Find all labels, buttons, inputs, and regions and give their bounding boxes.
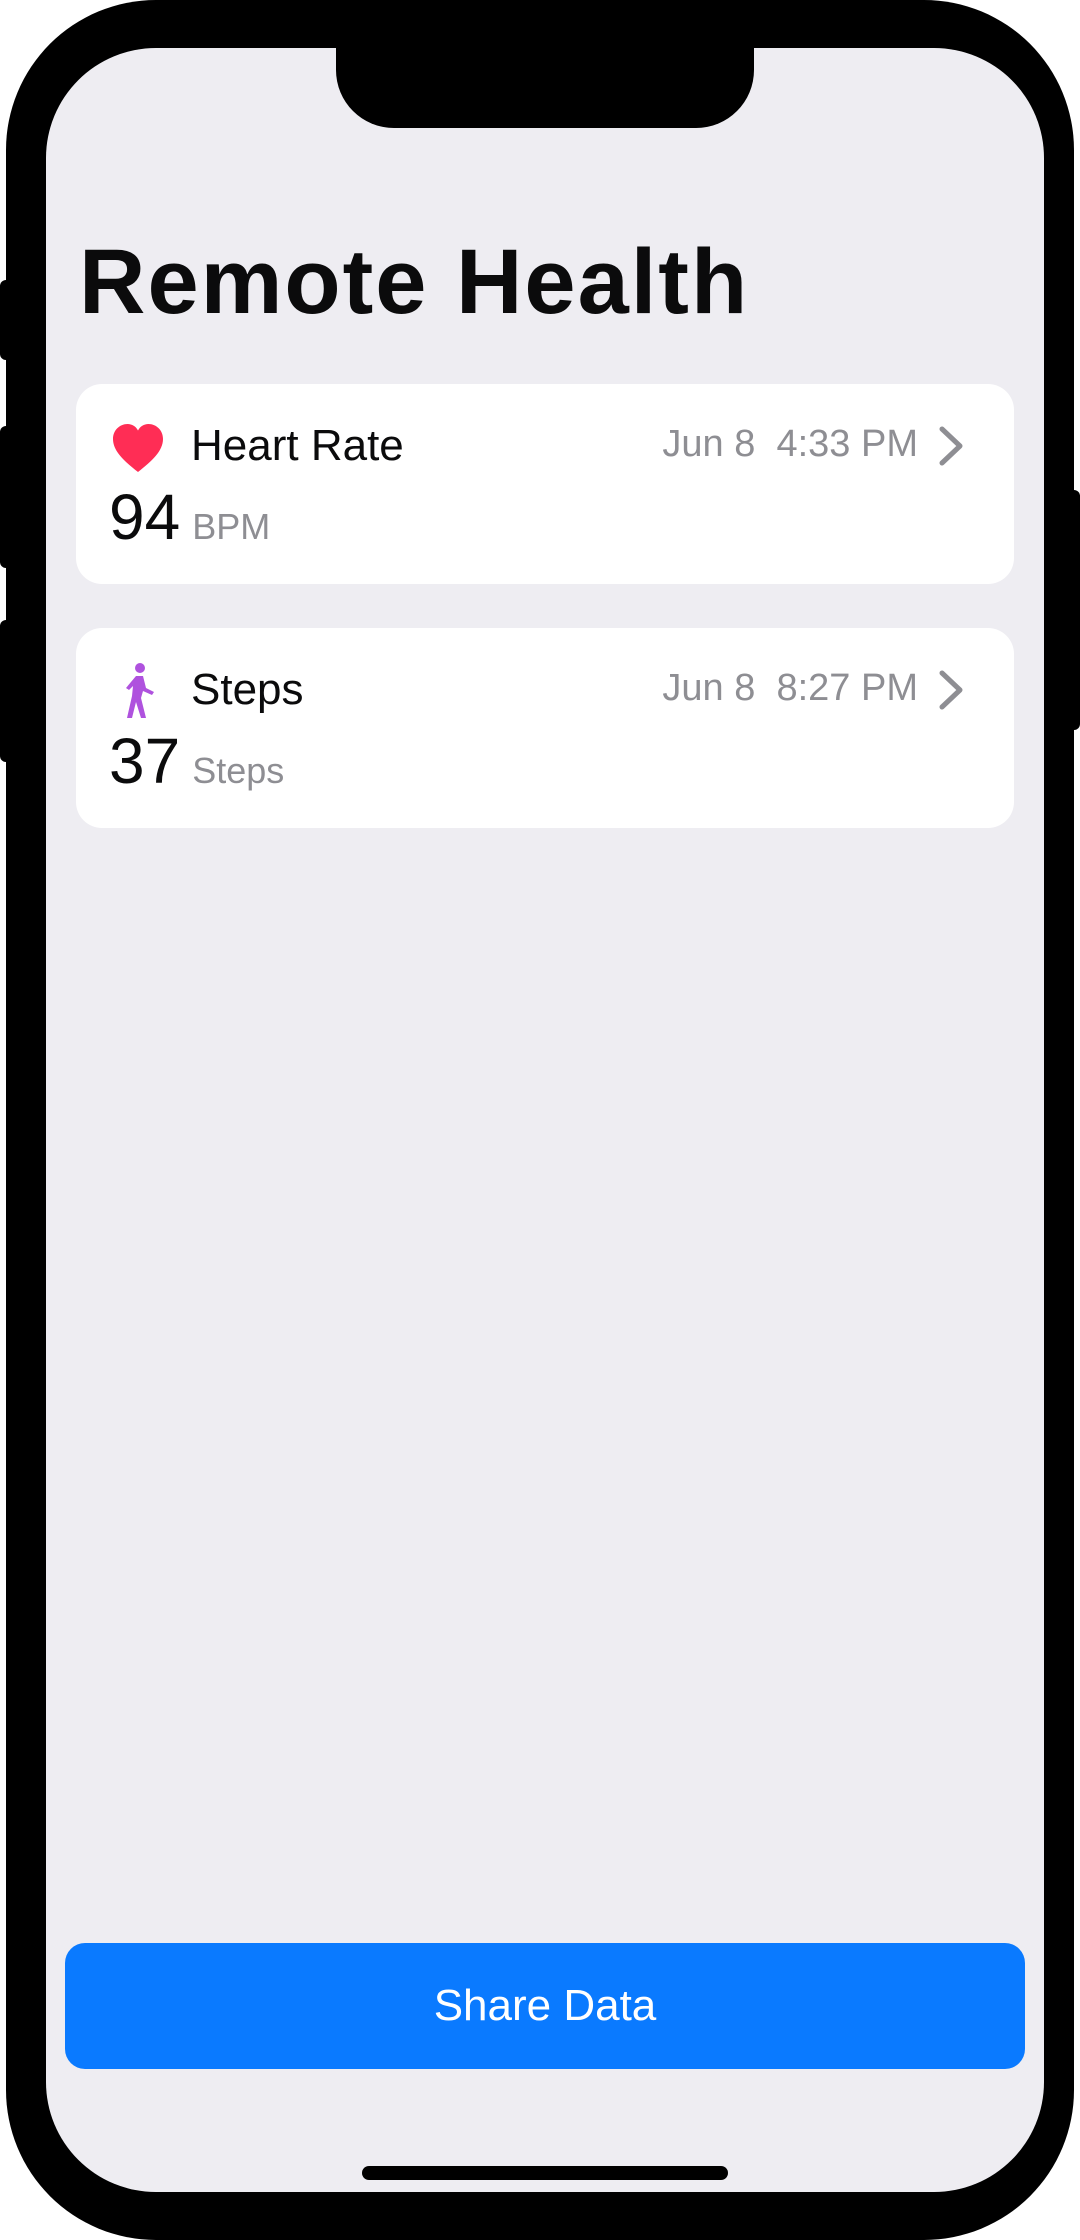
phone-frame: Remote Health Heart Rate Jun 8 4:33 PM 9… xyxy=(0,0,1080,2240)
chevron-right-icon xyxy=(939,426,963,466)
share-data-button[interactable]: Share Data xyxy=(65,1943,1025,2069)
steps-card[interactable]: Steps Jun 8 8:27 PM 37 Steps xyxy=(76,628,1014,828)
heart-rate-value-row: 94 BPM xyxy=(109,482,270,552)
heart-rate-label: Heart Rate xyxy=(191,421,404,470)
side-button-volume-down xyxy=(0,620,12,762)
side-button-silent xyxy=(0,280,12,360)
heart-rate-value: 94 xyxy=(109,481,181,553)
side-button-power xyxy=(1068,490,1080,730)
heart-rate-card[interactable]: Heart Rate Jun 8 4:33 PM 94 BPM xyxy=(76,384,1014,584)
notch xyxy=(336,48,754,128)
chevron-right-icon xyxy=(939,670,963,710)
home-indicator xyxy=(362,2166,728,2180)
walking-figure-icon xyxy=(126,663,154,718)
heart-rate-timestamp: Jun 8 4:33 PM xyxy=(662,423,918,465)
steps-unit: Steps xyxy=(192,750,285,791)
heart-icon xyxy=(113,424,163,472)
steps-timestamp: Jun 8 8:27 PM xyxy=(662,667,918,709)
side-button-volume-up xyxy=(0,426,12,568)
page-title: Remote Health xyxy=(79,231,750,333)
screen: Remote Health Heart Rate Jun 8 4:33 PM 9… xyxy=(46,48,1044,2192)
steps-value-row: 37 Steps xyxy=(109,726,284,796)
heart-rate-unit: BPM xyxy=(192,506,271,547)
steps-label: Steps xyxy=(191,665,304,714)
steps-value: 37 xyxy=(109,725,181,797)
